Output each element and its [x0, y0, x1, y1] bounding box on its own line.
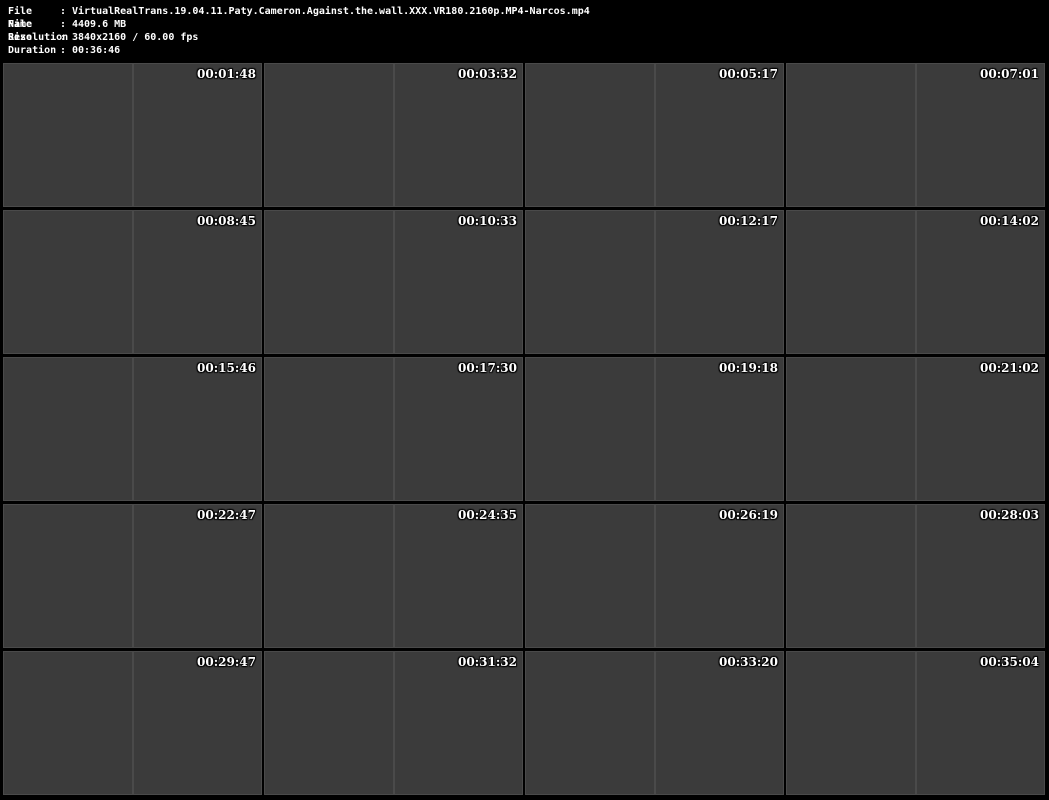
thumbnail-right-placeholder	[393, 504, 523, 648]
file-name-label: File Name	[8, 6, 33, 30]
thumbnail-timestamp: 00:08:45	[197, 214, 256, 228]
thumbnail-timestamp: 00:12:17	[719, 214, 778, 228]
thumbnail-left-placeholder	[3, 651, 133, 795]
duration-value: 00:36:46	[72, 45, 121, 56]
thumbnail-right-placeholder	[654, 357, 784, 501]
thumbnail-right-placeholder	[915, 210, 1045, 354]
separator: :	[60, 19, 67, 30]
separator: :	[60, 45, 67, 56]
thumbnail-timestamp: 00:22:47	[197, 508, 256, 522]
thumbnail-timestamp: 00:24:35	[458, 508, 517, 522]
thumbnail-left-placeholder	[264, 357, 394, 501]
thumbnail-frame: 00:08:45	[3, 210, 262, 354]
thumbnail-left-placeholder	[786, 357, 916, 501]
thumbnail-frame: 00:35:04	[786, 651, 1045, 795]
thumbnail-frame: 00:29:47	[3, 651, 262, 795]
thumbnail-left-placeholder	[264, 504, 394, 648]
thumbnail-timestamp: 00:14:02	[980, 214, 1039, 228]
thumbnail-right-placeholder	[915, 357, 1045, 501]
file-size-value: 4409.6 MB	[72, 19, 127, 30]
duration-row: Duration : 00:36:46	[8, 44, 1049, 57]
resolution-label: Resolution	[8, 32, 69, 43]
thumbnail-timestamp: 00:01:48	[197, 67, 256, 81]
thumbnail-grid: 00:01:48 00:03:32 00:05:17 00:07:01 00:08:45…	[3, 63, 1045, 795]
thumbnail-left-placeholder	[786, 504, 916, 648]
thumbnail-left-placeholder	[3, 210, 133, 354]
thumbnail-right-placeholder	[654, 210, 784, 354]
thumbnail-frame: 00:21:02	[786, 357, 1045, 501]
thumbnail-left-placeholder	[786, 651, 916, 795]
thumbnail-left-placeholder	[525, 504, 655, 648]
thumbnail-right-placeholder	[132, 651, 262, 795]
thumbnail-left-placeholder	[3, 504, 133, 648]
thumbnail-left-placeholder	[264, 210, 394, 354]
thumbnail-timestamp: 00:35:04	[980, 655, 1039, 669]
resolution-value: 3840x2160 / 60.00 fps	[72, 32, 199, 43]
resolution-row: Resolution : 3840x2160 / 60.00 fps	[8, 31, 1049, 44]
thumbnail-left-placeholder	[525, 63, 655, 207]
thumbnail-frame: 00:14:02	[786, 210, 1045, 354]
thumbnail-timestamp: 00:28:03	[980, 508, 1039, 522]
thumbnail-timestamp: 00:29:47	[197, 655, 256, 669]
thumbnail-right-placeholder	[132, 63, 262, 207]
file-name-value: VirtualRealTrans.19.04.11.Paty.Cameron.A…	[72, 6, 590, 17]
separator: :	[60, 6, 67, 17]
thumbnail-frame: 00:05:17	[525, 63, 784, 207]
thumbnail-right-placeholder	[132, 210, 262, 354]
thumbnail-left-placeholder	[525, 210, 655, 354]
thumbnail-frame: 00:12:17	[525, 210, 784, 354]
thumbnail-right-placeholder	[393, 651, 523, 795]
thumbnail-frame: 00:26:19	[525, 504, 784, 648]
thumbnail-timestamp: 00:10:33	[458, 214, 517, 228]
thumbnail-right-placeholder	[654, 651, 784, 795]
thumbnail-right-placeholder	[915, 63, 1045, 207]
thumbnail-frame: 00:03:32	[264, 63, 523, 207]
thumbnail-right-placeholder	[132, 504, 262, 648]
thumbnail-timestamp: 00:33:20	[719, 655, 778, 669]
thumbnail-frame: 00:28:03	[786, 504, 1045, 648]
thumbnail-left-placeholder	[525, 357, 655, 501]
thumbnail-right-placeholder	[654, 504, 784, 648]
thumbnail-left-placeholder	[3, 357, 133, 501]
thumbnail-frame: 00:19:18	[525, 357, 784, 501]
thumbnail-right-placeholder	[132, 357, 262, 501]
duration-label: Duration	[8, 45, 57, 56]
thumbnail-right-placeholder	[915, 504, 1045, 648]
thumbnail-right-placeholder	[393, 63, 523, 207]
thumbnail-timestamp: 00:31:32	[458, 655, 517, 669]
thumbnail-timestamp: 00:21:02	[980, 361, 1039, 375]
thumbnail-frame: 00:07:01	[786, 63, 1045, 207]
thumbnail-timestamp: 00:07:01	[980, 67, 1039, 81]
thumbnail-timestamp: 00:19:18	[719, 361, 778, 375]
thumbnail-left-placeholder	[3, 63, 133, 207]
file-name-row: File Name : VirtualRealTrans.19.04.11.Pa…	[8, 5, 1049, 30]
thumbnail-frame: 00:24:35	[264, 504, 523, 648]
thumbnail-timestamp: 00:03:32	[458, 67, 517, 81]
thumbnail-frame: 00:31:32	[264, 651, 523, 795]
thumbnail-left-placeholder	[786, 210, 916, 354]
thumbnail-timestamp: 00:15:46	[197, 361, 256, 375]
thumbnail-right-placeholder	[654, 63, 784, 207]
file-info-header: File Name : VirtualRealTrans.19.04.11.Pa…	[0, 0, 1049, 62]
thumbnail-frame: 00:22:47	[3, 504, 262, 648]
thumbnail-left-placeholder	[525, 651, 655, 795]
thumbnail-left-placeholder	[264, 63, 394, 207]
thumbnail-left-placeholder	[786, 63, 916, 207]
separator: :	[60, 32, 67, 43]
thumbnail-frame: 00:33:20	[525, 651, 784, 795]
thumbnail-right-placeholder	[393, 210, 523, 354]
thumbnail-frame: 00:17:30	[264, 357, 523, 501]
thumbnail-right-placeholder	[915, 651, 1045, 795]
thumbnail-right-placeholder	[393, 357, 523, 501]
thumbnail-left-placeholder	[264, 651, 394, 795]
thumbnail-timestamp: 00:05:17	[719, 67, 778, 81]
file-size-row: File Size : 4409.6 MB	[8, 18, 1049, 43]
thumbnail-timestamp: 00:17:30	[458, 361, 517, 375]
thumbnail-frame: 00:01:48	[3, 63, 262, 207]
thumbnail-timestamp: 00:26:19	[719, 508, 778, 522]
thumbnail-frame: 00:15:46	[3, 357, 262, 501]
thumbnail-frame: 00:10:33	[264, 210, 523, 354]
file-size-label: File Size	[8, 19, 33, 43]
